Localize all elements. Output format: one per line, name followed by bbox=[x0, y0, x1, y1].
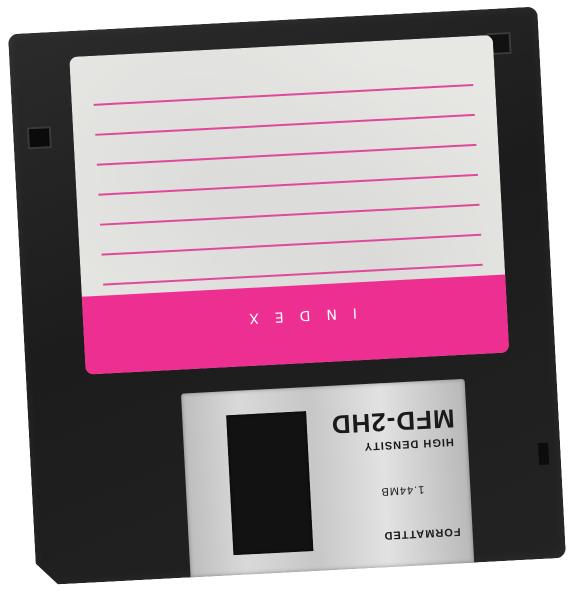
label-rule-line bbox=[96, 143, 477, 166]
index-label: INDEX bbox=[69, 34, 510, 375]
label-rule-line bbox=[98, 173, 478, 196]
label-rule-line bbox=[95, 113, 475, 136]
label-rule-line bbox=[99, 203, 480, 226]
shutter-text-block: FORMATTED 1.44MB HIGH DENSITY MFD-2HD bbox=[309, 391, 467, 559]
formatted-text: FORMATTED bbox=[383, 525, 461, 542]
model-text: MFD-2HD bbox=[330, 403, 456, 440]
label-rule-line bbox=[93, 83, 474, 106]
shutter-window bbox=[226, 411, 314, 556]
floppy-disk: INDEX FORMATTED 1.44MB HIGH DENSITY MFD-… bbox=[8, 7, 566, 586]
capacity-text: 1.44MB bbox=[380, 483, 425, 498]
metal-shutter: FORMATTED 1.44MB HIGH DENSITY MFD-2HD bbox=[180, 378, 475, 578]
density-text: HIGH DENSITY bbox=[363, 435, 455, 453]
side-notch bbox=[538, 442, 550, 466]
index-text: INDEX bbox=[232, 304, 358, 327]
label-rule-line bbox=[101, 233, 482, 256]
write-protect-hole bbox=[26, 126, 52, 150]
photo-stage: INDEX FORMATTED 1.44MB HIGH DENSITY MFD-… bbox=[0, 0, 578, 592]
